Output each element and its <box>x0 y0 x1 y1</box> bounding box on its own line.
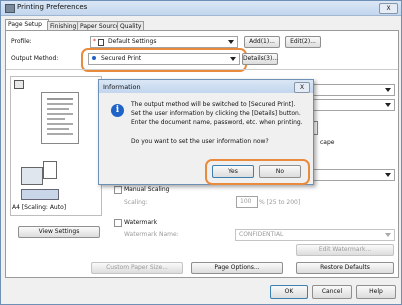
preview-area: A4 [Scaling: Auto] <box>10 76 102 216</box>
view-settings-button[interactable]: View Settings <box>18 226 100 238</box>
landscape-label: cape <box>320 139 335 146</box>
secure-print-icon <box>92 56 96 60</box>
dialog-question: Do you want to set the user information … <box>131 138 269 145</box>
title-bar: Printing Preferences X <box>1 1 401 16</box>
page-layout-select[interactable] <box>303 169 395 181</box>
profile-label: Profile: <box>11 38 32 45</box>
page-preview <box>41 92 79 144</box>
dialog-message-line-2: Set the user information by clicking the… <box>131 110 301 117</box>
profile-value: Default Settings <box>108 38 157 45</box>
restore-defaults-button[interactable]: Restore Defaults <box>296 262 394 274</box>
scaling-value: 100 <box>240 198 252 205</box>
dialog-title: Information <box>103 83 141 91</box>
printer-icon <box>5 4 15 13</box>
details-button[interactable]: Details(3)... <box>242 53 278 65</box>
page-size-select[interactable] <box>303 84 395 96</box>
watermark-value: CONFIDENTIAL <box>239 231 284 238</box>
dialog-message-line-3: Enter the document name, password, etc. … <box>131 119 303 126</box>
help-button[interactable]: Help <box>356 285 396 299</box>
divider <box>6 69 398 70</box>
dialog-message-line-1: The output method will be switched to [S… <box>131 101 296 108</box>
chevron-down-icon <box>385 88 391 92</box>
output-method-value: Secured Print <box>101 55 142 62</box>
scaling-label: Scaling: <box>124 199 148 206</box>
dialog-title-bar: Information X <box>99 80 313 93</box>
watermark-label: Watermark <box>124 219 158 226</box>
duplex-icon <box>21 189 59 200</box>
output-method-label: Output Method: <box>11 55 59 62</box>
no-button[interactable]: No <box>259 165 301 178</box>
manual-scaling-label: Manual Scaling <box>124 186 170 193</box>
scaling-spinner[interactable]: 100 <box>236 196 258 208</box>
chevron-down-icon <box>385 233 391 237</box>
yes-button[interactable]: Yes <box>212 165 254 178</box>
window-title: Printing Preferences <box>17 3 88 11</box>
edit-profile-button[interactable]: Edit(2)... <box>285 36 321 48</box>
output-size-select[interactable] <box>303 99 395 111</box>
printer-preview-icon <box>21 167 43 185</box>
printing-preferences-window: Printing Preferences X Page Setup Finish… <box>0 0 402 305</box>
page-options-button[interactable]: Page Options... <box>191 262 283 274</box>
paper-preview-icon <box>43 161 57 179</box>
cancel-button[interactable]: Cancel <box>312 285 352 299</box>
manual-scaling-checkbox[interactable] <box>114 186 122 194</box>
info-icon: i <box>111 104 124 117</box>
add-profile-button[interactable]: Add(1)... <box>244 36 280 48</box>
chevron-down-icon <box>228 40 234 44</box>
chevron-down-icon <box>230 57 236 61</box>
chevron-down-icon <box>385 173 391 177</box>
output-method-select[interactable]: Secured Print <box>88 53 240 65</box>
close-button[interactable]: X <box>379 3 398 14</box>
profile-select[interactable]: * Default Settings <box>90 36 238 48</box>
preview-caption: A4 [Scaling: Auto] <box>12 204 67 211</box>
ok-button[interactable]: OK <box>270 285 308 299</box>
information-dialog: Information X i The output method will b… <box>98 79 314 185</box>
scaling-range: % [25 to 200] <box>259 199 301 206</box>
star-icon: * <box>93 38 96 45</box>
chevron-down-icon <box>385 103 391 107</box>
edit-watermark-button[interactable]: Edit Watermark... <box>296 244 394 256</box>
custom-paper-size-button[interactable]: Custom Paper Size... <box>91 262 183 274</box>
watermark-name-label: Watermark Name: <box>124 231 179 238</box>
watermark-checkbox[interactable] <box>114 219 122 227</box>
document-icon <box>98 39 104 46</box>
layout-icon <box>14 80 24 89</box>
watermark-select[interactable]: CONFIDENTIAL <box>235 229 395 241</box>
dialog-close-button[interactable]: X <box>294 82 310 93</box>
